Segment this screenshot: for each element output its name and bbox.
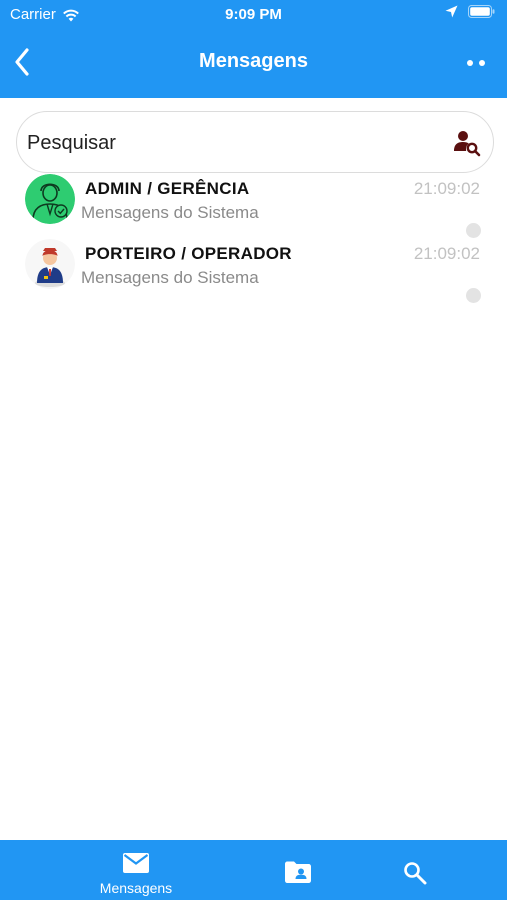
tab-contacts[interactable]	[282, 840, 316, 900]
contact-name: ADMIN / GERÊNCIA	[85, 179, 250, 198]
more-options-button[interactable]	[463, 50, 489, 76]
status-bar: Carrier 9:09 PM	[0, 0, 507, 30]
message-time: 21:09:02	[413, 179, 480, 198]
app-header: Carrier 9:09 PM Mensagens	[0, 0, 507, 98]
page-title: Mensagens	[199, 50, 308, 72]
more-dot-icon	[467, 60, 473, 66]
navigation-bar: Mensagens	[0, 38, 507, 86]
message-subtitle: Mensagens do Sistema	[81, 203, 259, 222]
status-time: 9:09 PM	[225, 6, 282, 23]
list-item[interactable]: PORTEIRO / OPERADOR Mensagens do Sistema…	[0, 237, 507, 303]
tab-label: Mensagens	[99, 880, 173, 896]
tab-search[interactable]	[400, 840, 432, 900]
mail-icon	[123, 853, 149, 873]
folder-contact-icon	[285, 861, 311, 883]
battery-icon	[468, 5, 495, 18]
search-input[interactable]	[27, 124, 447, 162]
admin-avatar	[25, 174, 75, 224]
message-subtitle: Mensagens do Sistema	[81, 268, 259, 287]
location-arrow-icon	[445, 5, 458, 18]
manager-avatar-icon	[25, 174, 75, 224]
porter-avatar	[25, 239, 75, 289]
list-item[interactable]: ADMIN / GERÊNCIA Mensagens do Sistema 21…	[0, 172, 507, 238]
status-dot	[466, 288, 481, 303]
user-search-icon[interactable]	[453, 129, 481, 157]
doorman-avatar-icon	[25, 239, 75, 289]
tab-messages[interactable]: Mensagens	[86, 840, 186, 900]
search-bar	[16, 111, 494, 173]
message-list: ADMIN / GERÊNCIA Mensagens do Sistema 21…	[0, 172, 507, 303]
search-icon	[404, 862, 427, 885]
more-dot-icon	[479, 60, 485, 66]
status-dot	[466, 223, 481, 238]
bottom-tab-bar: Mensagens	[0, 840, 507, 900]
status-indicators	[445, 5, 495, 18]
contact-name: PORTEIRO / OPERADOR	[85, 244, 292, 263]
message-time: 21:09:02	[413, 244, 480, 263]
